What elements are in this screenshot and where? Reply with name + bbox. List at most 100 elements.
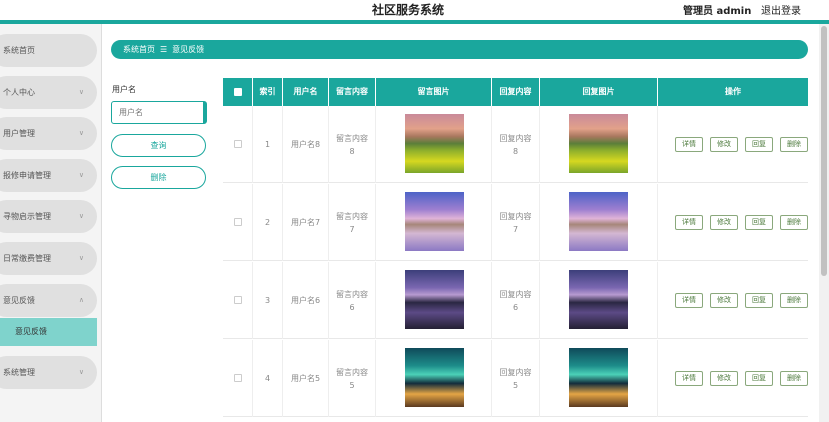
sidebar-item-label: 系统管理 <box>3 368 35 377</box>
row-checkbox[interactable] <box>234 374 242 382</box>
chevron-down-icon: ∨ <box>78 129 84 137</box>
delete-button[interactable]: 删除 <box>780 293 808 308</box>
row-message-image-cell <box>376 340 492 417</box>
row-message-number: 5 <box>349 381 355 390</box>
row-message: 留言内容 6 <box>329 262 376 339</box>
row-checkbox[interactable] <box>234 140 242 148</box>
query-button[interactable]: 查询 <box>111 134 206 157</box>
app-title: 社区服务系统 <box>372 3 445 17</box>
header-accent-line <box>0 20 829 24</box>
row-message-image-cell <box>376 184 492 261</box>
row-username: 用户名7 <box>283 184 329 261</box>
row-username: 用户名5 <box>283 340 329 417</box>
row-reply-image-cell <box>540 262 658 339</box>
column-header-message: 留言内容 <box>329 78 376 106</box>
delete-button[interactable]: 删除 <box>780 371 808 386</box>
reply-image <box>569 348 628 407</box>
select-all-column <box>223 78 253 106</box>
breadcrumb-home[interactable]: 系统首页 <box>123 45 155 54</box>
row-reply-text: 回复内容 <box>499 368 532 377</box>
row-checkbox[interactable] <box>234 218 242 226</box>
table-row: 1 用户名8 留言内容 8 回复内容 8 详情 修改 回复 删除 <box>223 106 808 183</box>
logout-link[interactable]: 退出登录 <box>761 2 801 17</box>
edit-button[interactable]: 修改 <box>710 371 738 386</box>
reply-image <box>569 192 628 251</box>
row-message-text: 留言内容 <box>336 290 368 299</box>
row-select-cell <box>223 340 253 417</box>
row-select-cell <box>223 184 253 261</box>
row-reply-text: 回复内容 <box>499 134 532 143</box>
chevron-down-icon: ∨ <box>78 368 84 376</box>
reply-button[interactable]: 回复 <box>745 215 773 230</box>
reply-button[interactable]: 回复 <box>745 371 773 386</box>
reply-image <box>569 114 628 173</box>
row-reply-text: 回复内容 <box>499 212 532 221</box>
message-image <box>405 192 464 251</box>
sidebar-item-home[interactable]: 系统首页 <box>0 34 97 67</box>
sidebar-item-label: 寻物启示管理 <box>3 212 51 221</box>
sidebar-subitem-feedback[interactable]: 意见反馈 <box>0 318 97 346</box>
details-button[interactable]: 详情 <box>675 215 703 230</box>
breadcrumb: 系统首页 ☰ 意见反馈 <box>111 40 808 59</box>
column-header-index: 索引 <box>253 78 283 106</box>
row-select-cell <box>223 262 253 339</box>
select-all-checkbox[interactable] <box>234 88 242 96</box>
row-message-text: 留言内容 <box>336 212 368 221</box>
sidebar-item-label: 系统首页 <box>3 46 35 55</box>
chevron-down-icon: ∨ <box>78 171 84 179</box>
sidebar-item-personal-center[interactable]: 个人中心 ∨ <box>0 76 97 109</box>
chevron-down-icon: ∨ <box>78 254 84 262</box>
column-header-reply-image: 回复图片 <box>540 78 658 106</box>
row-message-text: 留言内容 <box>336 368 368 377</box>
edit-button[interactable]: 修改 <box>710 215 738 230</box>
edit-button[interactable]: 修改 <box>710 293 738 308</box>
scrollbar-thumb[interactable] <box>821 26 827 276</box>
details-button[interactable]: 详情 <box>675 371 703 386</box>
row-reply-image-cell <box>540 184 658 261</box>
sidebar-item-system-management[interactable]: 系统管理 ∨ <box>0 356 97 389</box>
sidebar-item-label: 意见反馈 <box>3 296 35 305</box>
row-message-image-cell <box>376 262 492 339</box>
row-checkbox[interactable] <box>234 296 242 304</box>
delete-button[interactable]: 删除 <box>780 215 808 230</box>
sidebar-item-label: 个人中心 <box>3 88 35 97</box>
row-message-number: 7 <box>349 225 355 234</box>
row-reply-image-cell <box>540 106 658 183</box>
admin-label: 管理员 admin <box>683 6 752 17</box>
row-reply-number: 5 <box>512 381 519 390</box>
message-image <box>405 348 464 407</box>
sidebar-item-repair-requests[interactable]: 报修申请管理 ∨ <box>0 159 97 192</box>
table-row: 2 用户名7 留言内容 7 回复内容 7 详情 修改 回复 删除 <box>223 184 808 261</box>
chevron-up-icon: ∧ <box>78 296 84 304</box>
delete-selected-button[interactable]: 删除 <box>111 166 206 189</box>
sidebar-item-feedback[interactable]: 意见反馈 ∧ <box>0 284 97 317</box>
breadcrumb-current: 意见反馈 <box>172 45 205 54</box>
chevron-down-icon: ∨ <box>78 212 84 220</box>
row-reply-number: 8 <box>512 147 519 156</box>
table-row: 4 用户名5 留言内容 5 回复内容 5 详情 修改 回复 删除 <box>223 340 808 417</box>
reply-button[interactable]: 回复 <box>745 293 773 308</box>
reply-button[interactable]: 回复 <box>745 137 773 152</box>
delete-button[interactable]: 删除 <box>780 137 808 152</box>
sidebar-item-label: 用户管理 <box>3 129 35 138</box>
column-header-username: 用户名 <box>283 78 329 106</box>
details-button[interactable]: 详情 <box>675 137 703 152</box>
row-reply: 回复内容 8 <box>492 106 540 183</box>
sidebar-item-lost-found[interactable]: 寻物启示管理 ∨ <box>0 200 97 233</box>
row-index: 1 <box>253 106 283 183</box>
edit-button[interactable]: 修改 <box>710 137 738 152</box>
row-index: 3 <box>253 262 283 339</box>
username-search-input[interactable] <box>111 101 207 124</box>
sidebar-item-daily-payments[interactable]: 日常缴费管理 ∨ <box>0 242 97 275</box>
row-actions: 详情 修改 回复 删除 <box>658 340 808 417</box>
row-reply-number: 7 <box>512 225 519 234</box>
row-index: 2 <box>253 184 283 261</box>
table-row: 3 用户名6 留言内容 6 回复内容 6 详情 修改 回复 删除 <box>223 262 808 339</box>
top-bar: 社区服务系统 管理员 admin 退出登录 <box>0 0 829 20</box>
row-message-number: 8 <box>349 147 355 156</box>
details-button[interactable]: 详情 <box>675 293 703 308</box>
search-label: 用户名 <box>112 85 136 94</box>
sidebar-item-user-management[interactable]: 用户管理 ∨ <box>0 117 97 150</box>
page-scrollbar[interactable] <box>819 24 829 422</box>
row-message: 留言内容 7 <box>329 184 376 261</box>
